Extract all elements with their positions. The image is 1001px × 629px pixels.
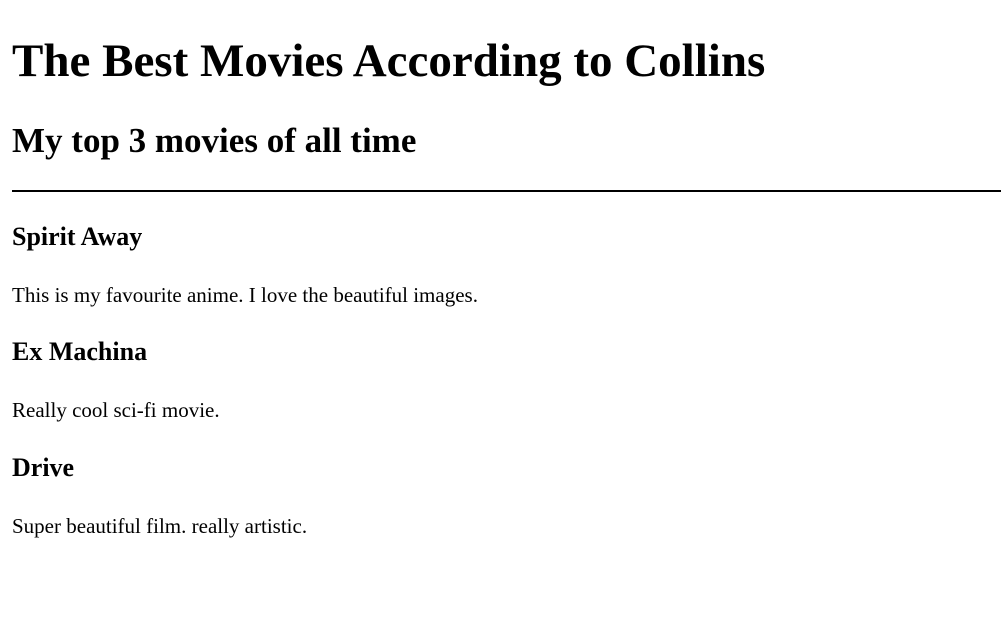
page-subtitle: My top 3 movies of all time xyxy=(12,121,417,160)
movie-title-spirit-away: Spirit Away xyxy=(12,222,143,251)
movie-title-ex-machina: Ex Machina xyxy=(12,337,148,366)
divider xyxy=(12,190,1001,192)
page-title: The Best Movies According to Collins xyxy=(12,35,766,87)
movie-title-drive: Drive xyxy=(12,453,75,482)
page: The Best Movies According to Collins My … xyxy=(0,0,1001,629)
movie-description-ex-machina: Really cool sci-fi movie. xyxy=(12,398,220,422)
movie-description-spirit-away: This is my favourite anime. I love the b… xyxy=(12,283,478,307)
movie-description-drive: Super beautiful film. really artistic. xyxy=(12,514,308,538)
